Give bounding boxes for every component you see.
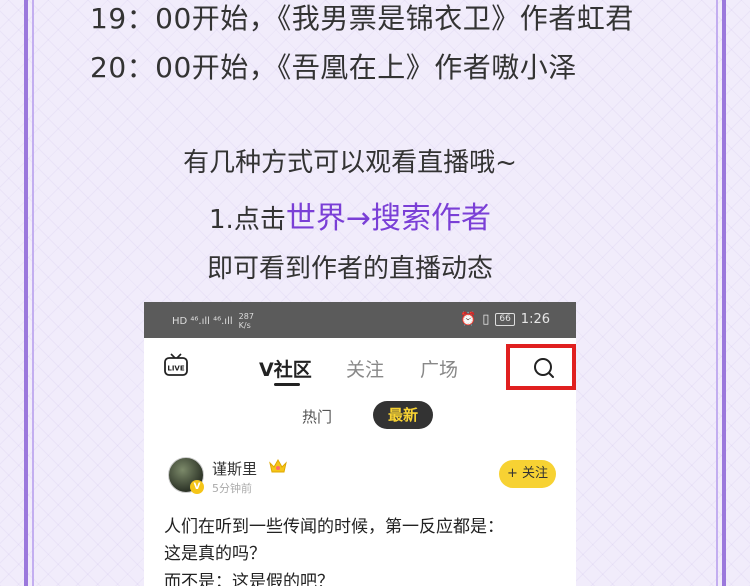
intro-line-1: 有几种方式可以观看直播哦~ [183, 148, 517, 178]
live-tv-icon[interactable]: LIVE [163, 352, 189, 378]
post-time: 5分钟前 [212, 482, 252, 495]
step-accent-text: 世界→搜索作者 [285, 201, 491, 236]
left-border-inner [32, 0, 34, 586]
schedule-line-2: 20：00开始，《吾凰在上》作者嗷小泽 [90, 51, 577, 84]
speed-unit: K/s [238, 321, 251, 330]
verified-badge: V [190, 480, 204, 494]
filter-latest[interactable]: 最新 [373, 401, 433, 429]
status-right: ⏰ ▯ 66 1:26 [460, 312, 550, 327]
tab-square[interactable]: 广场 [420, 355, 458, 382]
post-text-line-2: 这是真的吗？ [164, 544, 266, 564]
status-left: HD ⁴⁶.ıll ⁴⁶.ıll 287 K/s [172, 312, 254, 330]
step-prefix: 1.点击 [209, 205, 286, 235]
follow-button[interactable]: + 关注 [499, 460, 556, 488]
post-text-line-3: 而不是：这是假的吧？ [164, 572, 334, 586]
intro-step-1: 1.点击世界→搜索作者 [0, 193, 700, 237]
status-bar: HD ⁴⁶.ıll ⁴⁶.ıll 287 K/s ⏰ ▯ 66 1:26 [144, 302, 576, 338]
crown-icon [269, 458, 287, 473]
vibrate-icon: ▯ [482, 312, 490, 327]
status-time: 1:26 [520, 312, 550, 327]
tab-follow[interactable]: 关注 [346, 355, 384, 382]
search-button-highlight[interactable] [506, 344, 576, 390]
schedule-line-1: 19：00开始，《我男票是锦衣卫》作者虹君 [90, 2, 634, 35]
live-icon-label: LIVE [167, 365, 184, 373]
post-username[interactable]: 谨斯里 [212, 458, 257, 479]
tab-v-community[interactable]: V社区 [259, 355, 312, 382]
speed-value: 287 [238, 312, 254, 321]
intro-line-3: 即可看到作者的直播动态 [206, 254, 493, 284]
post-text-line-1: 人们在听到一些传闻的时候，第一反应都是： [164, 517, 504, 537]
top-nav: LIVE V社区 关注 广场 [144, 338, 576, 398]
network-speed: 287 K/s [239, 312, 254, 330]
battery-icon: 66 [495, 313, 515, 326]
right-border-inner [716, 0, 718, 586]
left-border [24, 0, 28, 586]
search-icon[interactable] [532, 356, 556, 380]
active-tab-indicator [274, 383, 300, 386]
right-border [722, 0, 726, 586]
signal-icon: HD ⁴⁶.ıll ⁴⁶.ıll [172, 315, 233, 327]
phone-screenshot: HD ⁴⁶.ıll ⁴⁶.ıll 287 K/s ⏰ ▯ 66 1:26 LIVE… [144, 302, 576, 586]
alarm-icon: ⏰ [460, 312, 477, 327]
filter-hot[interactable]: 热门 [302, 406, 332, 427]
